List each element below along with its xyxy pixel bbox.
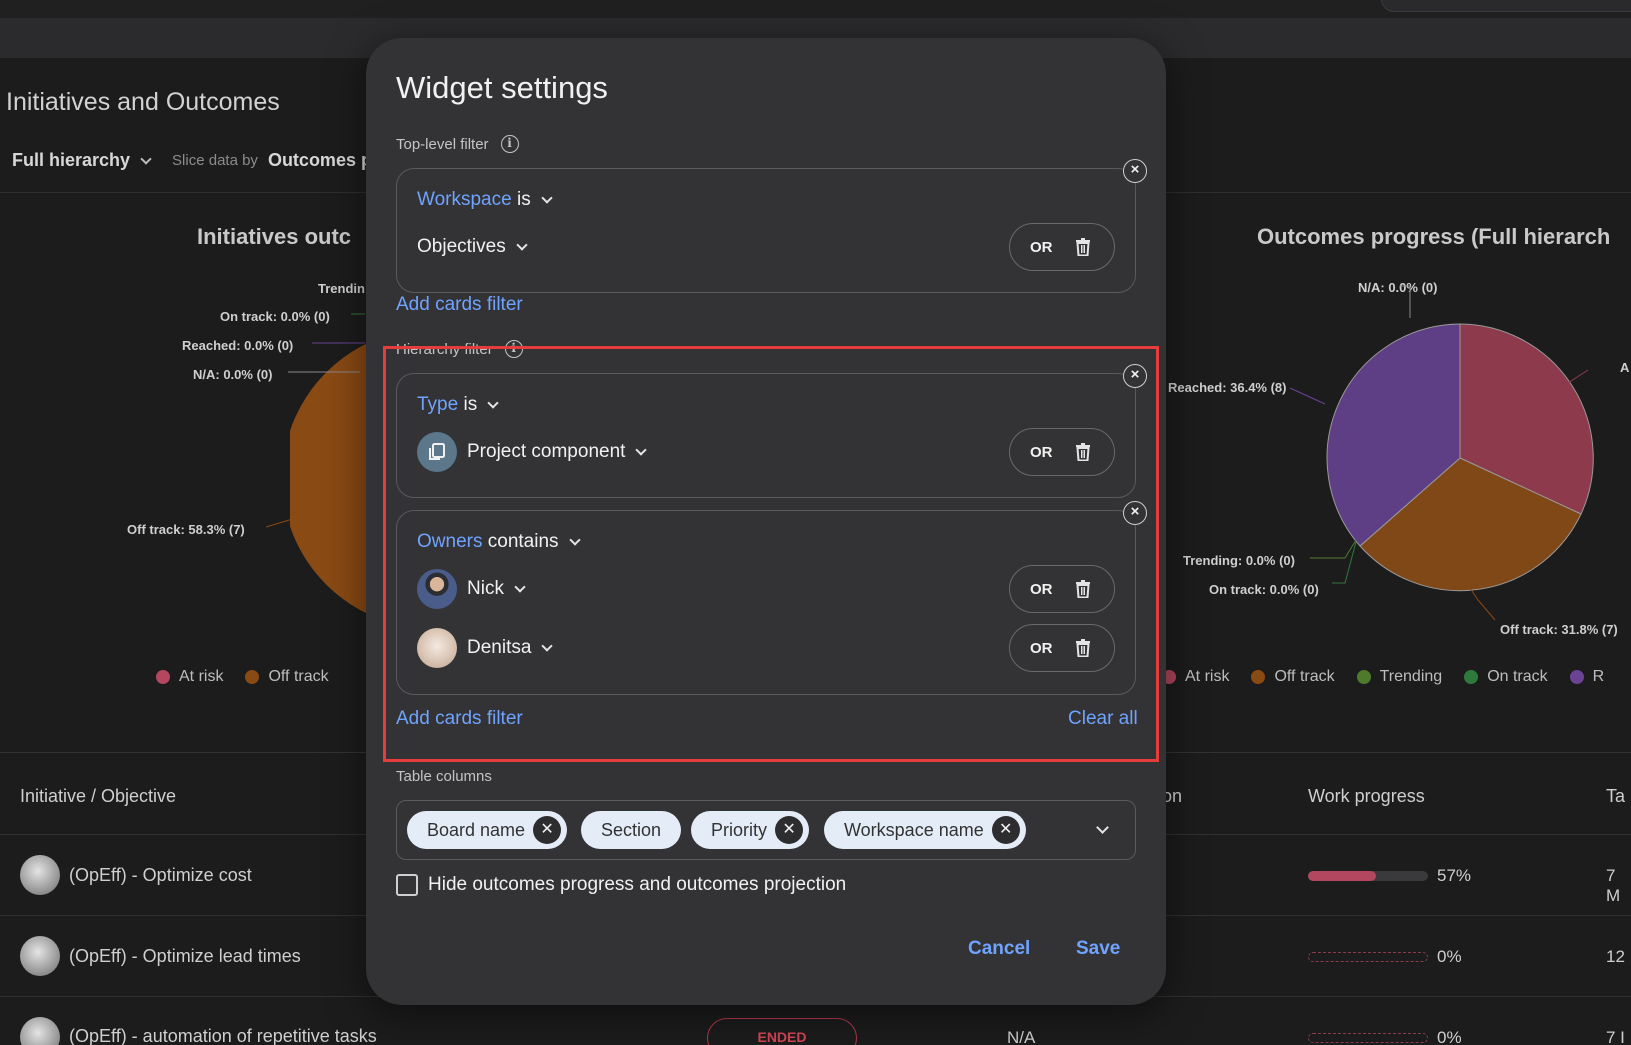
legend-item-trending[interactable]: Trending [1356,668,1442,686]
column-chip: Board name ✕ [407,811,568,849]
na-value: N/A [1007,1028,1036,1045]
column-header-initiative[interactable]: Initiative / Objective [20,786,176,807]
status-badge: ENDED [707,1018,857,1045]
target-value: 7 I [1606,1028,1625,1045]
target-value: 12 [1606,947,1625,966]
filter-condition[interactable]: Workspace is [417,189,553,211]
column-header-work-progress[interactable]: Work progress [1308,786,1425,807]
avatar [20,855,60,895]
legend-item-at-risk[interactable]: At risk [1162,668,1229,686]
left-legend: At risk Off track [156,668,329,686]
column-chip: Priority ✕ [691,811,810,849]
legend-item-off-track[interactable]: Off track [245,668,329,686]
hide-outcomes-checkbox-row[interactable]: Hide outcomes progress and outcomes proj… [396,874,846,896]
progress-value: 0% [1437,1028,1462,1045]
close-icon[interactable]: ✕ [533,816,562,844]
close-icon[interactable]: × [1123,159,1147,183]
right-leader-lines [1289,285,1589,621]
table-row-name[interactable]: (OpEff) - Optimize lead times [69,946,301,967]
or-delete-group: OR [1009,223,1115,271]
add-cards-filter-link[interactable]: Add cards filter [396,294,523,316]
legend-item-on-track[interactable]: On track [1464,668,1548,686]
info-icon[interactable]: i [500,135,519,153]
progress-bar [1308,952,1428,962]
legend-item-off-track[interactable]: Off track [1251,668,1335,686]
left-leader-lines [265,313,365,528]
progress-bar [1308,1033,1428,1043]
filter-value-dropdown[interactable]: Objectives [417,236,528,258]
chevron-down-icon[interactable] [1096,821,1109,834]
progress-value: 57% [1437,866,1472,885]
table-row-name[interactable]: (OpEff) - automation of repetitive tasks [69,1026,377,1045]
modal-title: Widget settings [396,70,608,105]
target-value: 7 M [1606,866,1621,905]
top-level-filter-box: × Workspace is Objectives OR [396,159,1147,293]
table-columns-label: Table columns [396,768,492,785]
highlight-box [383,346,1159,762]
table-row-name[interactable]: (OpEff) - Optimize cost [69,865,252,886]
hide-outcomes-checkbox[interactable] [396,874,418,896]
or-button[interactable]: OR [1030,239,1053,256]
right-legend: At risk Off track Trending On track R [1162,668,1604,686]
progress-bar [1308,871,1428,881]
top-level-filter-label: Top-level filter i [396,135,519,153]
column-chip: Section [581,811,682,849]
table-columns-select[interactable]: Board name ✕ Section Priority ✕ Workspace … [396,800,1136,860]
cancel-button[interactable]: Cancel [968,938,1030,960]
avatar [20,1017,60,1045]
right-chart-title: Outcomes progress (Full hierarch [1257,224,1611,249]
legend-item-at-risk[interactable]: At risk [156,668,223,686]
column-header-target[interactable]: Ta [1606,786,1625,807]
progress-value: 0% [1437,947,1462,966]
close-icon[interactable]: ✕ [775,816,804,844]
save-button[interactable]: Save [1076,938,1120,960]
trash-icon[interactable] [1075,238,1091,256]
close-icon[interactable]: ✕ [991,816,1020,844]
legend-item-reached[interactable]: R [1569,668,1604,686]
avatar [20,936,60,976]
top-search-pill[interactable] [1381,0,1631,12]
chevron-down-icon [516,238,528,251]
chevron-down-icon [541,191,553,204]
column-chip: Workspace name ✕ [824,811,1026,849]
